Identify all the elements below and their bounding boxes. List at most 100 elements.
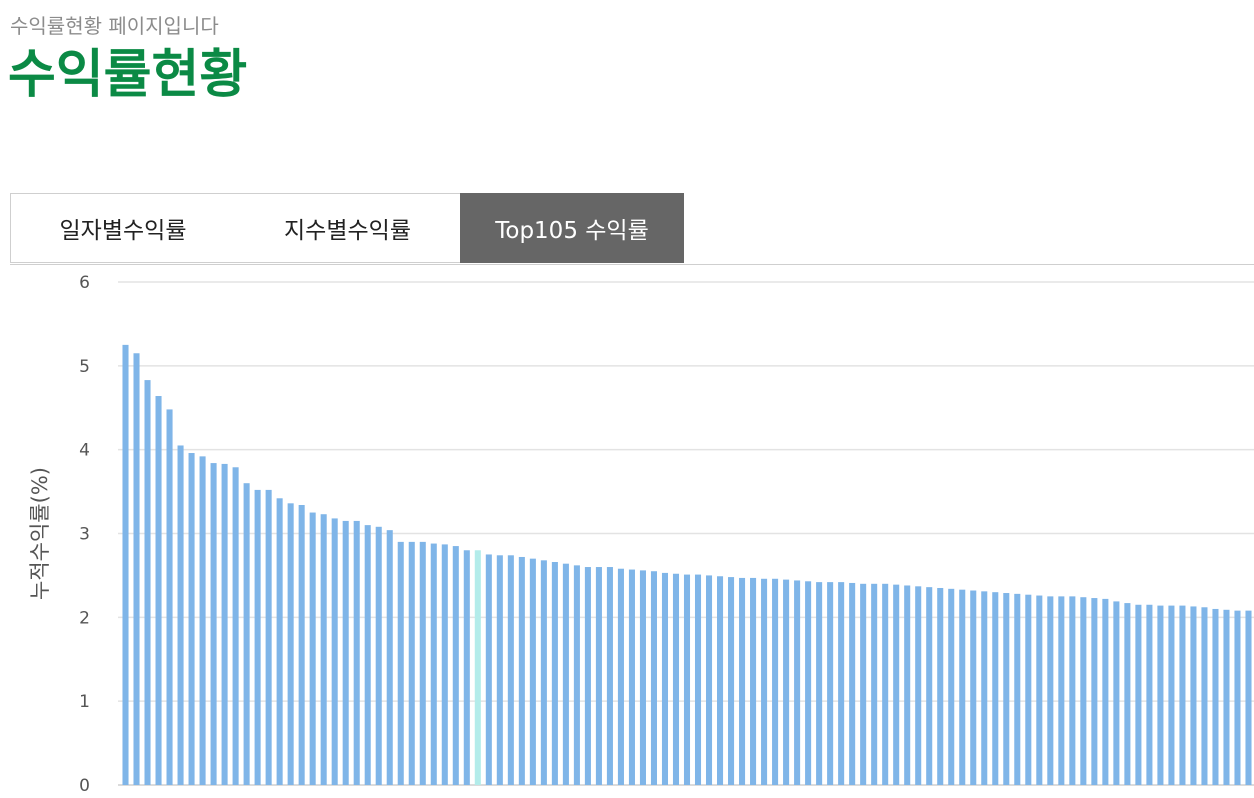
bar[interactable] bbox=[639, 570, 646, 785]
bar[interactable] bbox=[926, 587, 933, 785]
bar[interactable] bbox=[265, 489, 272, 785]
bar[interactable] bbox=[739, 577, 746, 785]
bar[interactable] bbox=[617, 568, 624, 785]
bar[interactable] bbox=[1201, 607, 1208, 785]
bar[interactable] bbox=[375, 526, 382, 785]
bar[interactable] bbox=[783, 579, 790, 785]
bar[interactable] bbox=[463, 550, 470, 785]
bar[interactable] bbox=[122, 344, 129, 785]
bar[interactable] bbox=[683, 574, 691, 785]
bar[interactable] bbox=[937, 587, 944, 785]
bar[interactable] bbox=[309, 512, 316, 785]
bar[interactable] bbox=[562, 563, 569, 785]
bar[interactable] bbox=[1113, 601, 1120, 785]
bar[interactable] bbox=[210, 463, 217, 785]
bar[interactable] bbox=[474, 550, 481, 785]
bar[interactable] bbox=[694, 574, 702, 785]
bar[interactable] bbox=[221, 463, 228, 785]
bar[interactable] bbox=[816, 582, 823, 785]
bar[interactable] bbox=[485, 554, 492, 785]
bar[interactable] bbox=[518, 556, 525, 785]
bar[interactable] bbox=[860, 583, 867, 785]
bar[interactable] bbox=[606, 567, 613, 785]
bar[interactable] bbox=[298, 504, 305, 785]
bar[interactable] bbox=[750, 577, 757, 785]
bar[interactable] bbox=[342, 520, 349, 785]
bar[interactable] bbox=[1080, 597, 1087, 785]
bar[interactable] bbox=[496, 555, 503, 785]
bar[interactable] bbox=[507, 555, 514, 785]
bar[interactable] bbox=[1102, 598, 1109, 785]
bar[interactable] bbox=[1047, 596, 1054, 785]
bar[interactable] bbox=[1234, 610, 1241, 785]
bar[interactable] bbox=[452, 546, 459, 785]
bar[interactable] bbox=[166, 409, 173, 785]
bar[interactable] bbox=[1146, 604, 1153, 785]
bar[interactable] bbox=[1014, 593, 1021, 785]
bar[interactable] bbox=[188, 453, 195, 785]
bar[interactable] bbox=[1036, 595, 1043, 785]
bar[interactable] bbox=[441, 544, 448, 785]
bar[interactable] bbox=[981, 591, 988, 785]
bar[interactable] bbox=[144, 380, 151, 785]
bar[interactable] bbox=[849, 582, 856, 785]
bar[interactable] bbox=[540, 560, 547, 785]
bar[interactable] bbox=[408, 541, 415, 785]
bar[interactable] bbox=[529, 558, 536, 785]
bar[interactable] bbox=[672, 573, 680, 785]
bar[interactable] bbox=[419, 541, 426, 785]
bar[interactable] bbox=[970, 590, 977, 785]
bar[interactable] bbox=[1168, 605, 1175, 785]
bar[interactable] bbox=[838, 582, 845, 785]
bar[interactable] bbox=[364, 525, 371, 785]
bar[interactable] bbox=[1003, 593, 1010, 785]
bar[interactable] bbox=[320, 514, 327, 785]
bar[interactable] bbox=[1135, 604, 1142, 785]
bar[interactable] bbox=[232, 467, 239, 785]
bar[interactable] bbox=[904, 585, 911, 785]
bar[interactable] bbox=[430, 543, 437, 785]
bar[interactable] bbox=[1245, 610, 1252, 785]
bar[interactable] bbox=[133, 353, 140, 785]
bar[interactable] bbox=[551, 562, 558, 785]
bar[interactable] bbox=[728, 577, 735, 785]
bar[interactable] bbox=[254, 489, 261, 785]
bar[interactable] bbox=[1223, 609, 1230, 785]
bar[interactable] bbox=[1179, 605, 1186, 785]
bar[interactable] bbox=[893, 584, 900, 785]
bar[interactable] bbox=[650, 571, 657, 785]
tab-index-return[interactable]: 지수별수익률 bbox=[235, 193, 461, 263]
bar[interactable] bbox=[177, 445, 184, 785]
bar[interactable] bbox=[871, 583, 878, 785]
bar[interactable] bbox=[243, 483, 250, 785]
tab-daily-return[interactable]: 일자별수익률 bbox=[10, 193, 236, 263]
bar[interactable] bbox=[992, 592, 999, 785]
bar[interactable] bbox=[882, 583, 889, 785]
bar[interactable] bbox=[794, 580, 801, 785]
bar[interactable] bbox=[276, 498, 283, 785]
bar[interactable] bbox=[155, 396, 162, 785]
bar[interactable] bbox=[331, 518, 338, 785]
bar[interactable] bbox=[915, 586, 922, 785]
bar[interactable] bbox=[628, 569, 635, 785]
bar[interactable] bbox=[827, 582, 834, 785]
bar[interactable] bbox=[199, 456, 206, 785]
bar[interactable] bbox=[717, 576, 724, 785]
bar[interactable] bbox=[761, 578, 768, 785]
bar[interactable] bbox=[1212, 608, 1219, 785]
bar[interactable] bbox=[805, 581, 812, 785]
bar[interactable] bbox=[353, 520, 360, 785]
bar[interactable] bbox=[705, 575, 713, 785]
bar[interactable] bbox=[573, 565, 580, 785]
bar[interactable] bbox=[948, 588, 955, 785]
tab-top105-return[interactable]: Top105 수익률 bbox=[460, 193, 684, 263]
bar[interactable] bbox=[1157, 605, 1164, 785]
bar[interactable] bbox=[287, 503, 294, 785]
bar[interactable] bbox=[959, 589, 966, 785]
bar[interactable] bbox=[584, 567, 591, 785]
bar[interactable] bbox=[1069, 596, 1076, 785]
bar[interactable] bbox=[1058, 596, 1065, 785]
bar[interactable] bbox=[386, 530, 393, 785]
bar[interactable] bbox=[1091, 598, 1098, 785]
bar[interactable] bbox=[661, 572, 669, 785]
